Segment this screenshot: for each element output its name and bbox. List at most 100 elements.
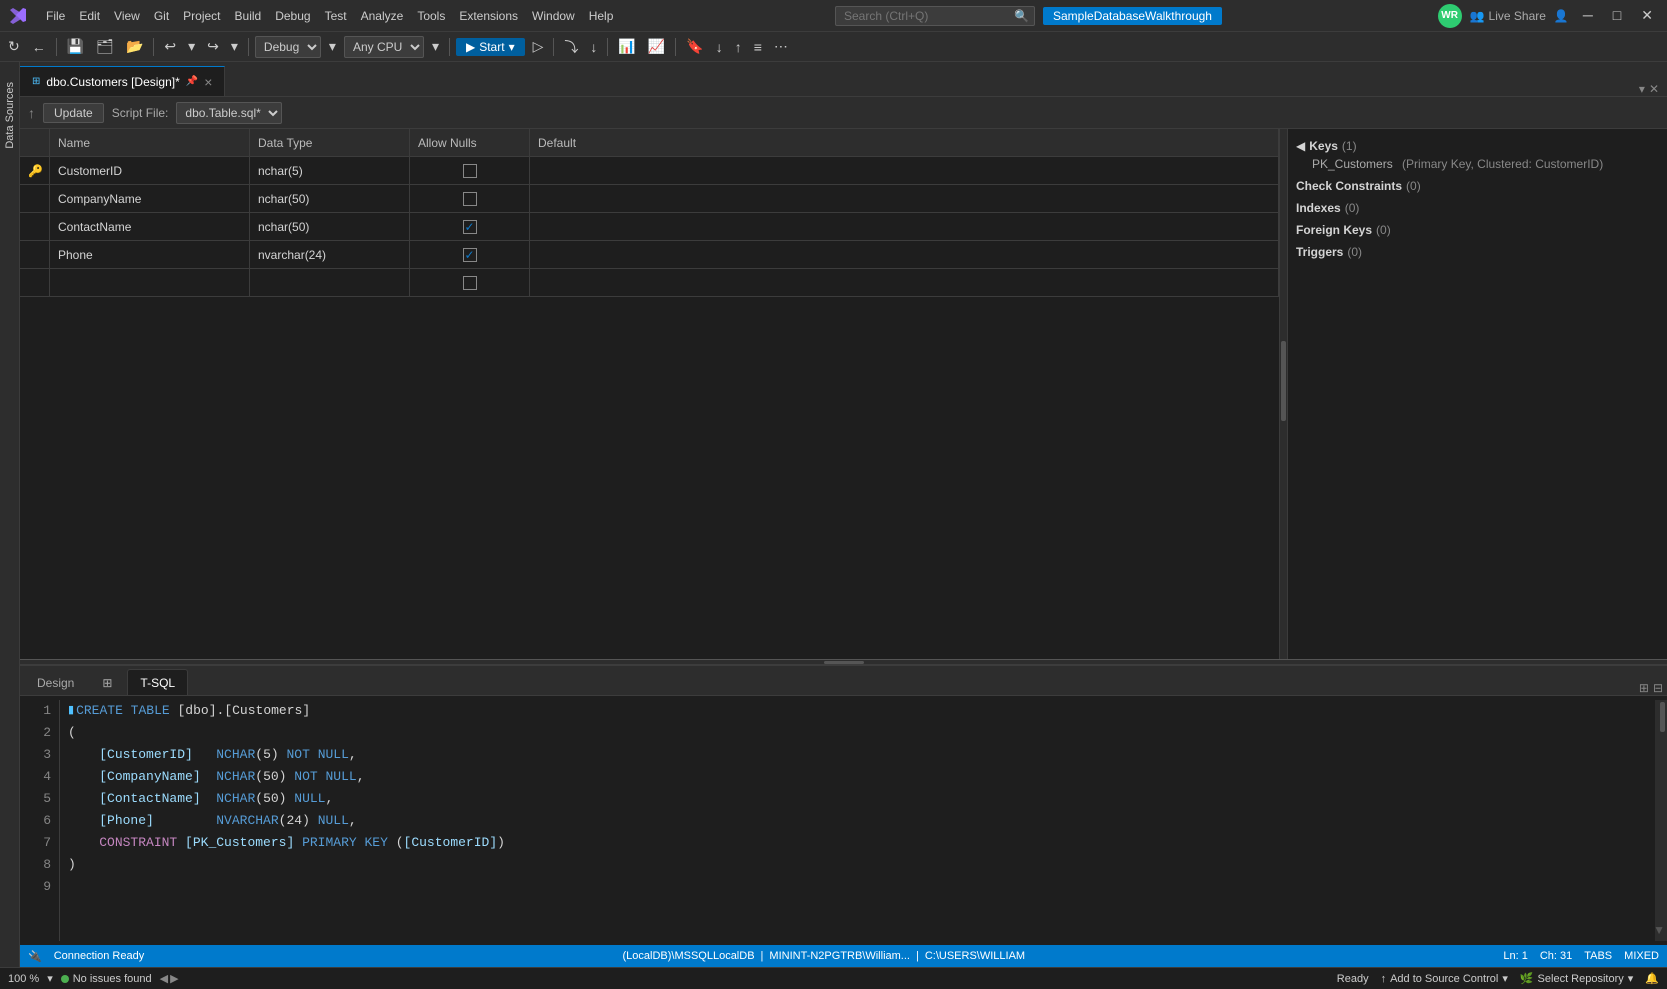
row-name-phone[interactable]: Phone — [50, 241, 250, 268]
menu-analyze[interactable]: Analyze — [355, 7, 410, 25]
row-default-phone[interactable] — [530, 241, 1279, 268]
tab-pin-icon[interactable]: 📌 — [186, 76, 198, 87]
live-share-button[interactable]: 👥 Live Share — [1470, 9, 1546, 23]
menu-project[interactable]: Project — [177, 7, 226, 25]
toolbar-step-over-icon[interactable]: ⤵ — [560, 35, 582, 59]
checkbox-contactname[interactable]: ✓ — [463, 220, 477, 234]
sql-collapse-icon[interactable]: ⊟ — [1653, 681, 1663, 695]
prop-triggers-header[interactable]: Triggers (0) — [1296, 243, 1659, 261]
prop-pk-item[interactable]: PK_Customers (Primary Key, Clustered: Cu… — [1296, 155, 1659, 173]
minimize-button[interactable]: ─ — [1577, 5, 1599, 26]
toolbar-undo-icon[interactable]: ↩ — [160, 36, 180, 57]
table-row[interactable]: 🔑 CustomerID nchar(5) — [20, 157, 1279, 185]
profile-icon[interactable]: 👤 — [1554, 9, 1569, 23]
prop-indexes-header[interactable]: Indexes (0) — [1296, 199, 1659, 217]
row-name-companyname[interactable]: CompanyName — [50, 185, 250, 212]
checkbox-empty[interactable] — [463, 276, 477, 290]
toolbar-bookmark-icon[interactable]: 🔖 — [682, 36, 707, 57]
menu-extensions[interactable]: Extensions — [453, 7, 524, 25]
row-name-contactname[interactable]: ContactName — [50, 213, 250, 240]
row-type-customerid[interactable]: nchar(5) — [250, 157, 410, 184]
table-row[interactable]: ContactName nchar(50) ✓ — [20, 213, 1279, 241]
toolbar-refresh-icon[interactable]: ↻ — [4, 36, 24, 57]
toolbar-step-icon[interactable]: ↓ — [586, 37, 601, 57]
sql-expand-icon[interactable]: ⊞ — [1639, 681, 1649, 695]
checkbox-phone[interactable]: ✓ — [463, 248, 477, 262]
tab-customers-design[interactable]: ⊞ dbo.Customers [Design]* 📌 × — [20, 66, 225, 96]
menu-debug[interactable]: Debug — [269, 7, 316, 25]
toolbar-redo-icon[interactable]: ↪ — [203, 36, 223, 57]
toolbar-perf-icon[interactable]: 📈 — [644, 36, 669, 57]
prop-fk-header[interactable]: Foreign Keys (0) — [1296, 221, 1659, 239]
close-button[interactable]: ✕ — [1635, 5, 1659, 26]
row-type-contactname[interactable]: nchar(50) — [250, 213, 410, 240]
row-type-phone[interactable]: nvarchar(24) — [250, 241, 410, 268]
toolbar-bookmark-list[interactable]: ≡ — [750, 37, 766, 57]
row-type-companyname[interactable]: nchar(50) — [250, 185, 410, 212]
toolbar-bookmark-next[interactable]: ↓ — [712, 37, 727, 57]
data-sources-sidebar[interactable]: Data Sources — [0, 62, 20, 967]
empty-name[interactable] — [50, 269, 250, 296]
update-button[interactable]: Update — [43, 103, 104, 123]
sql-scroll-down-icon[interactable]: ▼ — [1653, 923, 1665, 937]
toolbar-save-all-icon[interactable]: 🗂 — [92, 36, 118, 57]
prop-check-header[interactable]: Check Constraints (0) — [1296, 177, 1659, 195]
empty-type[interactable] — [250, 269, 410, 296]
row-nulls-customerid[interactable] — [410, 157, 530, 184]
menu-window[interactable]: Window — [526, 7, 581, 25]
start-button[interactable]: ▶ Start ▾ — [456, 38, 525, 56]
tab-close-icon[interactable]: × — [204, 74, 212, 90]
maximize-button[interactable]: □ — [1607, 5, 1627, 26]
checkbox-customerid[interactable] — [463, 164, 477, 178]
select-repository-btn[interactable]: Select Repository — [1538, 973, 1624, 985]
row-default-customerid[interactable] — [530, 157, 1279, 184]
menu-test[interactable]: Test — [319, 7, 353, 25]
row-nulls-contactname[interactable]: ✓ — [410, 213, 530, 240]
menu-edit[interactable]: Edit — [73, 7, 106, 25]
toolbar-undo-dropdown[interactable]: ▾ — [184, 36, 199, 57]
tab-list-icon[interactable]: ▾ — [1639, 82, 1645, 96]
toolbar-run-icon[interactable]: ▷ — [529, 36, 548, 57]
bottom-zoom-dropdown[interactable]: ▾ — [47, 972, 53, 985]
menu-git[interactable]: Git — [148, 7, 175, 25]
row-nulls-phone[interactable]: ✓ — [410, 241, 530, 268]
row-default-companyname[interactable] — [530, 185, 1279, 212]
tab-close-all-icon[interactable]: ✕ — [1649, 82, 1659, 96]
add-source-control-btn[interactable]: Add to Source Control — [1390, 973, 1498, 985]
notifications-icon[interactable]: 🔔 — [1645, 972, 1659, 985]
repo-dropdown[interactable]: ▾ — [1628, 972, 1634, 985]
scroll-right-icon[interactable]: ▶ — [170, 972, 178, 985]
debug-config-select[interactable]: Debug — [255, 36, 321, 58]
source-control-dropdown[interactable]: ▾ — [1502, 972, 1508, 985]
empty-nulls[interactable] — [410, 269, 530, 296]
menu-view[interactable]: View — [108, 7, 146, 25]
menu-file[interactable]: File — [40, 7, 71, 25]
empty-default[interactable] — [530, 269, 1279, 296]
scroll-left-icon[interactable]: ◀ — [160, 972, 168, 985]
checkbox-companyname[interactable] — [463, 192, 477, 206]
row-default-contactname[interactable] — [530, 213, 1279, 240]
toolbar-back-icon[interactable]: ← — [28, 37, 50, 57]
sql-scrollbar-thumb[interactable] — [1660, 702, 1665, 732]
menu-tools[interactable]: Tools — [411, 7, 451, 25]
code-area[interactable]: ▮ CREATE TABLE [dbo] . [Customers] ( [Cu… — [60, 700, 1655, 941]
prop-keys-header[interactable]: ◀ Keys (1) — [1296, 137, 1659, 155]
menu-build[interactable]: Build — [229, 7, 268, 25]
row-name-customerid[interactable]: CustomerID — [50, 157, 250, 184]
toolbar-more-icon[interactable]: ⋯ — [770, 36, 792, 57]
toolbar-redo-dropdown[interactable]: ▾ — [227, 36, 242, 57]
table-row[interactable]: Phone nvarchar(24) ✓ — [20, 241, 1279, 269]
tab-grid[interactable]: ⊞ — [89, 669, 125, 695]
tab-design[interactable]: Design — [24, 669, 87, 695]
tab-tsql[interactable]: T-SQL — [127, 669, 188, 695]
v-scrollbar-thumb[interactable] — [1281, 341, 1286, 421]
menu-help[interactable]: Help — [583, 7, 620, 25]
table-row-empty[interactable] — [20, 269, 1279, 297]
platform-select[interactable]: Any CPU — [344, 36, 424, 58]
search-input[interactable] — [835, 6, 1035, 26]
toolbar-bookmark-prev[interactable]: ↑ — [731, 37, 746, 57]
toolbar-platform-dropdown[interactable]: ▾ — [428, 36, 443, 57]
toolbar-open-icon[interactable]: 📂 — [122, 36, 147, 57]
toolbar-save-icon[interactable]: 💾 — [63, 36, 88, 57]
toolbar-diagnostics-icon[interactable]: 📊 — [614, 36, 639, 57]
